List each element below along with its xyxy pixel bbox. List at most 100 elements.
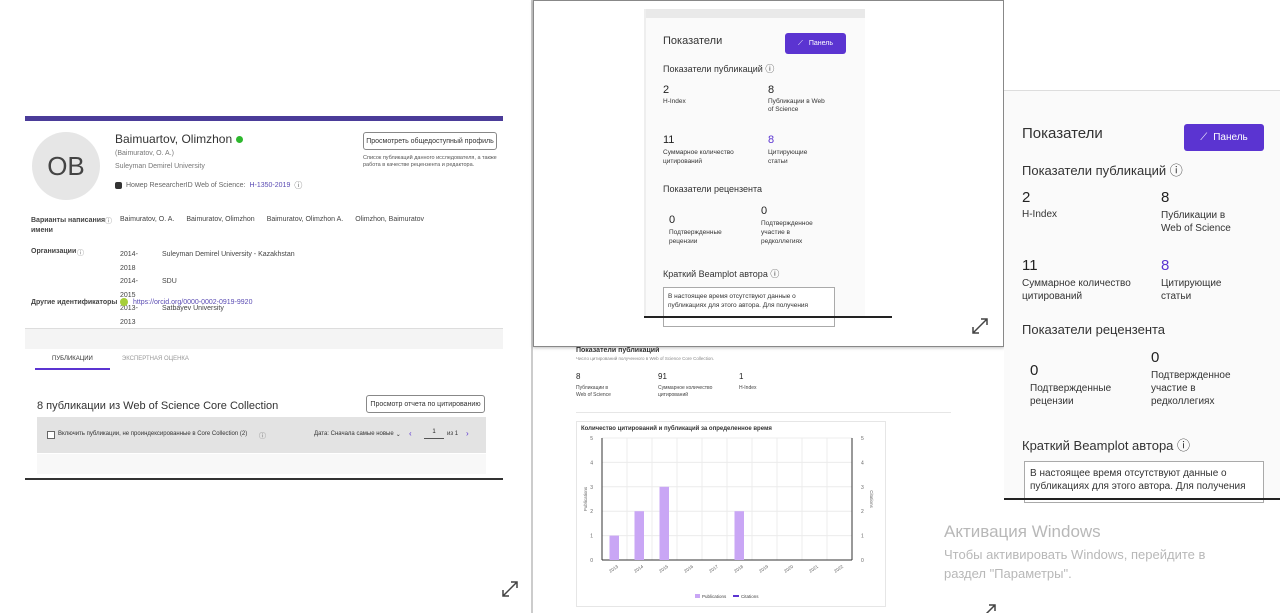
info-icon: ⓘ [105,218,112,225]
metric-hindex: 2 H-Index [1022,189,1057,220]
expand-icon[interactable] [979,603,997,613]
researcherid-logo-icon [115,182,122,189]
tab-publications[interactable]: ПУБЛИКАЦИИ [35,350,110,370]
metric-label: H-Index [663,98,686,105]
include-checkbox[interactable] [47,431,55,439]
activation-line: Чтобы активировать Windows, перейдите в [944,547,1206,562]
reviewer-title: Показатели рецензента [663,184,763,194]
metric-verified-reviews: 0 Подтвержденные рецензии [1030,362,1140,408]
sort-select[interactable]: Дата: Сначала самые новые ⌄ [314,431,401,438]
org-years: 2014-2018 [120,251,138,272]
x-tick-label: 2013 [608,564,619,574]
info-icon: ⓘ [77,250,84,257]
name-variant: Baimuratov, Olimzhon [186,216,255,223]
metric-value: 2 [663,84,670,96]
metric-citations: 11 Суммарное количество цитирований [1022,257,1147,303]
x-tick-label: 2020 [783,564,794,574]
metric-value: 2 [1022,189,1031,206]
bar [634,511,644,560]
bar-chart: 0 0 1 1 2 2 3 3 4 4 5 5 2013 2014 2015 2016 2017 2018 2019… [583,436,874,599]
bar [659,486,669,560]
metric-value: 8 [768,84,775,96]
profile-name: Baimuartov, Olimzhon [115,132,233,146]
citation-report-button[interactable]: Просмотр отчета по цитированию [366,395,485,413]
info-icon: ⓘ [259,433,266,440]
tab-peer-review[interactable]: ЭКСПЕРТНАЯ ОЦЕНКА [110,350,201,370]
chart-window: Показатели публикаций Число цитирований … [534,345,1002,613]
beamplot-title: Краткий Beamplot автора ⓘ [663,267,779,280]
metric-value: 0 [669,214,676,226]
metrics-card-large: Показатели ⟋ Панель Показатели публикаци… [1004,91,1280,503]
metric-value: 0 [1030,362,1039,379]
expand-icon[interactable] [501,580,519,598]
panel-button[interactable]: ⟋ Панель [1184,124,1264,151]
org-row: 2013-2013 Satbayev University [120,302,295,329]
name-variant: Olimzhon, Baimuratov [355,216,425,223]
orcid-row: https://orcid.org/0000-0002-0919-9920 [120,298,252,306]
metric-label: Публикации в Web of Science [1161,210,1231,234]
y-axis-label: Publications [583,486,588,511]
y-tick-label: 1 [590,534,593,540]
view-public-profile-button[interactable]: Просмотреть общедоступный профиль [363,132,497,150]
metric-value: 11 [1022,257,1038,274]
x-tick-label: 2017 [708,564,719,574]
metrics-title: Показатели [1022,125,1103,142]
metrics-window-small: Показатели ⟋ Панель Показатели публикаци… [533,0,1004,347]
metric-label: Подтвержденные рецензии [669,229,722,245]
activation-line: раздел "Параметры". [944,566,1072,581]
orgs-list: 2014-2018 Suleyman Demirel University - K… [120,248,295,329]
name-variants-label: Варианты написания имени [31,217,106,234]
pub-metrics-title-text: Показатели публикаций [1022,163,1167,178]
metrics-card: Показатели ⟋ Панель Показатели публикаци… [644,9,865,327]
pub-metrics-title: Показатели публикаций ⓘ [1022,160,1183,179]
org-row: 2014-2018 Suleyman Demirel University - K… [120,248,295,275]
panel-button[interactable]: ⟋ Панель [785,33,846,54]
metric-label: Подтвержденное участие в редколлегиях [1151,370,1231,407]
beamplot-box: В настоящее время отсутствуют данные о п… [663,287,835,327]
stat-hindex: 1 H-Index [739,372,774,392]
info-icon: ⓘ [1169,163,1183,178]
metrics-title: Показатели [663,35,723,47]
chart-title: Количество цитирований и публикаций за о… [581,426,772,432]
cutoff-line [644,316,892,318]
beamplot-title: Краткий Beamplot автора ⓘ [1022,435,1190,454]
stat-citations: 91 Суммарное количество цитирований [658,372,723,399]
metric-label: Подтвержденные рецензии [1030,383,1112,407]
legend-swatch [695,594,700,598]
stat-label: Публикации в Web of Science [576,385,611,398]
y2-axis-label: Citations [869,490,874,508]
chart-panel-title: Показатели публикаций [576,347,660,354]
panel-button-label: Панель [1213,132,1248,143]
orcid-link[interactable]: https://orcid.org/0000-0002-0919-9920 [133,299,252,306]
x-tick-label: 2021 [808,564,819,574]
prev-page-icon[interactable]: ‹ [409,429,412,438]
metric-value[interactable]: 8 [1161,257,1241,274]
researcher-id-link[interactable]: H-1350-2019 [249,182,290,189]
stat-value: 8 [576,372,581,381]
expand-icon[interactable] [971,317,989,335]
y2-tick-label: 0 [861,558,864,564]
next-page-icon[interactable]: › [466,429,469,438]
verified-icon [236,135,244,143]
info-icon: ⓘ [765,64,775,74]
bar [734,511,744,560]
y-tick-label: 4 [590,460,593,466]
stat-value: 1 [739,372,744,381]
page-input[interactable]: 1 [424,429,444,439]
metric-value[interactable]: 8 [768,134,828,146]
page-of: из 1 [447,431,459,437]
info-icon: ⓘ [770,269,780,279]
profile-note: Список публикаций данного исследователя,… [363,155,497,168]
x-tick-label: 2019 [758,564,769,574]
divider [576,412,951,413]
y-tick-label: 0 [590,558,593,564]
trend-icon: ⟋ [797,39,803,47]
card-left-strip [644,9,646,317]
pubs-toolbar: Включить публикации, не проиндексированн… [37,417,486,453]
beamplot-box: В настоящее время отсутствуют данные о п… [1024,461,1264,503]
chart-card: Количество цитирований и публикаций за о… [576,421,886,607]
metric-verified-reviews: 0 Подтвержденные рецензии [669,214,744,246]
include-checkbox-label: Включить публикации, не проиндексированн… [58,431,248,437]
org-years: 2013-2013 [120,305,138,326]
researcher-id-label: Номер ResearcherID Web of Science: [126,182,246,189]
